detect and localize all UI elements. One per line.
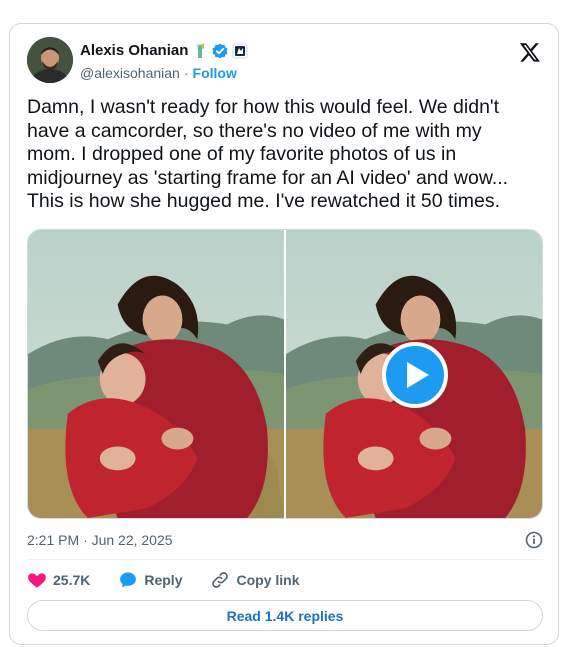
read-replies-button[interactable]: Read 1.4K replies — [27, 600, 543, 631]
statue-of-liberty-emoji-icon — [192, 43, 208, 59]
play-icon — [406, 362, 429, 388]
tweet-media[interactable] — [27, 229, 543, 519]
play-button[interactable] — [382, 342, 448, 408]
tweet-timestamp[interactable]: 2:21 PM · Jun 22, 2025 — [27, 532, 173, 548]
read-replies-label: Read 1.4K replies — [226, 607, 344, 624]
info-icon[interactable] — [525, 531, 543, 549]
copy-link-label: Copy link — [236, 572, 300, 588]
tweet-text: Damn, I wasn't ready for how this would … — [27, 96, 509, 212]
video-thumbnail[interactable] — [286, 230, 542, 518]
link-icon — [212, 572, 229, 588]
avatar[interactable] — [27, 37, 73, 83]
verified-badge-icon[interactable] — [212, 43, 228, 59]
tweet-card: Alexis Ohanian @alexisohanian · Follow D… — [9, 23, 559, 645]
author-name[interactable]: Alexis Ohanian — [80, 42, 188, 59]
heart-icon — [28, 573, 46, 588]
handle-separator: · — [183, 65, 189, 81]
reply-button[interactable]: Reply — [118, 570, 182, 590]
like-count: 25.7K — [53, 572, 91, 588]
photo-still[interactable] — [28, 230, 284, 518]
affiliate-badge-icon[interactable] — [232, 43, 248, 59]
copy-link-button[interactable]: Copy link — [210, 570, 300, 590]
author-handle[interactable]: @alexisohanian — [80, 65, 180, 81]
follow-button[interactable]: Follow — [193, 65, 237, 81]
x-logo-icon[interactable] — [519, 41, 541, 63]
divider — [27, 559, 543, 560]
speech-bubble-icon — [120, 572, 137, 588]
reply-label: Reply — [144, 572, 183, 588]
like-button[interactable]: 25.7K — [27, 570, 90, 590]
